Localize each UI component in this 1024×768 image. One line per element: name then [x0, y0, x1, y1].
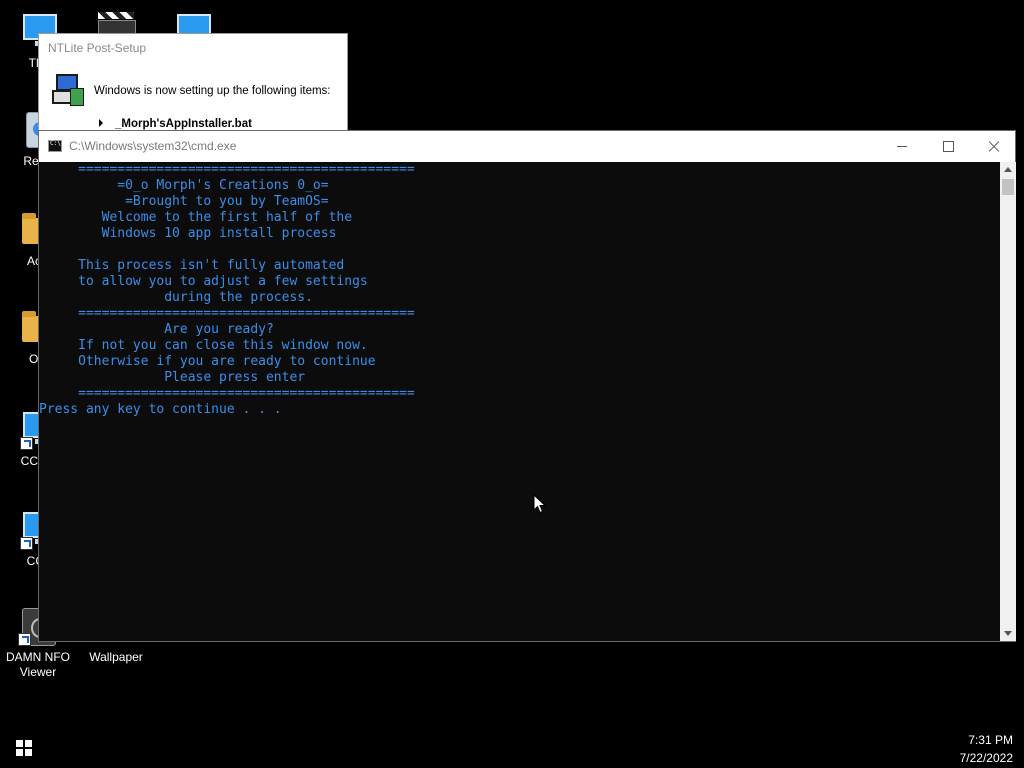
cmd-window[interactable]: C:\Windows\system32\cmd.exe ============… [38, 130, 1016, 642]
console-line: Please press enter [39, 370, 306, 385]
shortcut-arrow-icon [20, 437, 33, 450]
console-line: to allow you to adjust a few settings [39, 274, 368, 289]
scroll-up-arrow-icon[interactable] [1000, 162, 1016, 178]
console-line: This process isn't fully automated [39, 258, 345, 273]
setup-installer-icon [52, 74, 84, 106]
console-line: Are you ready? [39, 322, 274, 337]
minimize-button[interactable] [879, 131, 925, 162]
console-line: If not you can close this window now. [39, 338, 368, 353]
clock-date: 7/22/2022 [959, 751, 1013, 765]
clock-time: 7:31 PM [968, 733, 1013, 747]
ntlite-window-title: NTLite Post-Setup [48, 41, 147, 55]
console-line: Welcome to the first half of the [39, 210, 353, 225]
ntlite-setup-item: _Morph'sAppInstaller.bat [99, 118, 252, 130]
taskbar-clock[interactable]: 7:31 PM 7/22/2022 [960, 731, 1013, 767]
console-prompt-line: Press any key to continue . . . [39, 402, 282, 417]
scroll-down-arrow-icon[interactable] [1000, 625, 1016, 641]
console-line: Windows 10 app install process [39, 226, 337, 241]
ntlite-status-message: Windows is now setting up the following … [94, 85, 331, 97]
console-line: during the process. [39, 290, 313, 305]
desktop: This Recyc Activ Opti CCEnh CCle DAMN NF… [0, 0, 1024, 768]
desktop-icon-label: DAMN NFO Viewer [6, 650, 70, 679]
maximize-button[interactable] [925, 131, 971, 162]
cmd-title-bar[interactable]: C:\Windows\system32\cmd.exe [39, 131, 1015, 162]
mouse-pointer-icon [533, 494, 547, 514]
cmd-window-title: C:\Windows\system32\cmd.exe [69, 139, 237, 153]
shortcut-arrow-icon [20, 537, 33, 550]
scroll-thumb[interactable] [1002, 179, 1014, 195]
close-button[interactable] [971, 131, 1017, 162]
console-line: ========================================… [39, 162, 415, 177]
console-line: ========================================… [39, 386, 415, 401]
ntlite-setup-item-label: _Morph'sAppInstaller.bat [115, 118, 252, 130]
console-line: Otherwise if you are ready to continue [39, 354, 376, 369]
vertical-scrollbar[interactable] [1000, 162, 1016, 641]
console-line: =Brought to you by TeamOS= [39, 194, 329, 209]
console-output[interactable]: ========================================… [39, 162, 998, 641]
console-line: ========================================… [39, 306, 415, 321]
desktop-icon-label: Wallpaper [89, 650, 143, 664]
shortcut-arrow-icon [18, 633, 31, 646]
windows-logo-icon [16, 740, 23, 747]
console-line: =0_o Morph's Creations 0_o= [39, 178, 329, 193]
command-prompt-icon[interactable] [48, 140, 62, 152]
current-item-arrow-icon [99, 119, 103, 127]
start-button[interactable] [16, 740, 32, 756]
